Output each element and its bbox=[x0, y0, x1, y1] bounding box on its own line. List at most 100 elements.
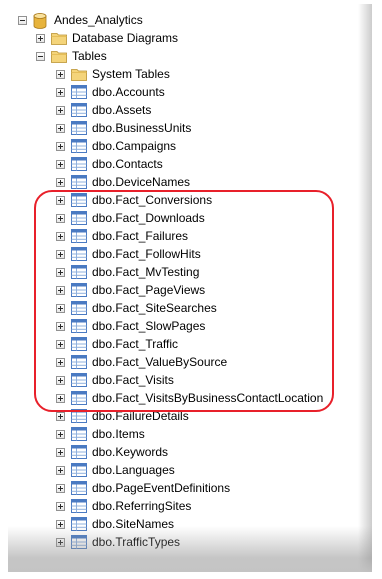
table-name: dbo.Fact_Visits bbox=[92, 373, 174, 387]
expand-icon[interactable] bbox=[56, 195, 65, 205]
expand-icon[interactable] bbox=[56, 267, 65, 277]
table-row[interactable]: dbo.Fact_MvTesting bbox=[56, 263, 199, 281]
table-icon bbox=[71, 463, 87, 477]
expand-icon[interactable] bbox=[56, 141, 65, 151]
table-icon bbox=[71, 175, 87, 189]
table-name: dbo.Fact_VisitsByBusinessContactLocation bbox=[92, 391, 324, 405]
table-row[interactable]: dbo.Contacts bbox=[56, 155, 163, 173]
table-row[interactable]: dbo.Fact_Failures bbox=[56, 227, 188, 245]
table-name: dbo.FailureDetails bbox=[92, 409, 189, 423]
table-row[interactable]: dbo.Fact_Traffic bbox=[56, 335, 178, 353]
table-row[interactable]: dbo.Fact_Conversions bbox=[56, 191, 212, 209]
folder-icon bbox=[51, 49, 67, 63]
expand-icon[interactable] bbox=[56, 483, 65, 493]
expand-icon[interactable] bbox=[56, 375, 65, 385]
table-name: dbo.Items bbox=[92, 427, 145, 441]
expand-icon[interactable] bbox=[56, 357, 65, 367]
table-row[interactable]: dbo.ReferringSites bbox=[56, 497, 191, 515]
table-icon bbox=[71, 265, 87, 279]
table-icon bbox=[71, 409, 87, 423]
expand-icon[interactable] bbox=[56, 231, 65, 241]
table-row[interactable]: dbo.PageEventDefinitions bbox=[56, 479, 230, 497]
table-icon bbox=[71, 319, 87, 333]
table-row[interactable]: dbo.Keywords bbox=[56, 443, 168, 461]
tree-node-database[interactable]: Andes_Analytics bbox=[18, 11, 143, 29]
table-name: dbo.Fact_SiteSearches bbox=[92, 301, 217, 315]
table-icon bbox=[71, 193, 87, 207]
table-icon bbox=[71, 283, 87, 297]
table-icon bbox=[71, 301, 87, 315]
expand-icon[interactable] bbox=[56, 411, 65, 421]
expand-icon[interactable] bbox=[56, 213, 65, 223]
table-icon bbox=[71, 85, 87, 99]
frame-shadow-bottom bbox=[8, 526, 372, 572]
table-icon bbox=[71, 391, 87, 405]
tree-node-tables[interactable]: Tables bbox=[36, 47, 107, 65]
table-name: dbo.Campaigns bbox=[92, 139, 177, 153]
expand-icon[interactable] bbox=[56, 339, 65, 349]
table-row[interactable]: dbo.Fact_Visits bbox=[56, 371, 174, 389]
table-icon bbox=[71, 499, 87, 513]
table-row[interactable]: dbo.Fact_SiteSearches bbox=[56, 299, 217, 317]
database-icon bbox=[33, 13, 49, 29]
table-name: dbo.Accounts bbox=[92, 85, 165, 99]
expand-icon[interactable] bbox=[56, 447, 65, 457]
table-name: dbo.Fact_PageViews bbox=[92, 283, 206, 297]
table-row[interactable]: dbo.Fact_SlowPages bbox=[56, 317, 205, 335]
table-icon bbox=[71, 157, 87, 171]
expand-icon[interactable] bbox=[36, 33, 45, 43]
table-row[interactable]: dbo.Accounts bbox=[56, 83, 165, 101]
table-row[interactable]: dbo.Campaigns bbox=[56, 137, 176, 155]
table-icon bbox=[71, 121, 87, 135]
table-name: dbo.PageEventDefinitions bbox=[92, 481, 231, 495]
table-name: dbo.DeviceNames bbox=[92, 175, 191, 189]
expand-icon[interactable] bbox=[56, 465, 65, 475]
expand-icon[interactable] bbox=[56, 159, 65, 169]
expand-icon[interactable] bbox=[56, 87, 65, 97]
table-name: dbo.Fact_Downloads bbox=[92, 211, 205, 225]
table-name: dbo.Fact_Conversions bbox=[92, 193, 213, 207]
frame-shadow-right bbox=[358, 4, 372, 572]
tree-node-label: Database Diagrams bbox=[72, 31, 179, 45]
table-name: dbo.Fact_ValueBySource bbox=[92, 355, 228, 369]
table-icon bbox=[71, 373, 87, 387]
table-row[interactable]: dbo.Items bbox=[56, 425, 145, 443]
expand-icon[interactable] bbox=[56, 69, 65, 79]
expand-icon[interactable] bbox=[56, 303, 65, 313]
table-row[interactable]: dbo.Fact_FollowHits bbox=[56, 245, 201, 263]
tree-node-database-diagrams[interactable]: Database Diagrams bbox=[36, 29, 178, 47]
expand-icon[interactable] bbox=[56, 285, 65, 295]
table-row[interactable]: dbo.Assets bbox=[56, 101, 151, 119]
expand-icon[interactable] bbox=[56, 249, 65, 259]
expand-icon[interactable] bbox=[56, 321, 65, 331]
expand-icon[interactable] bbox=[56, 105, 65, 115]
table-icon bbox=[71, 247, 87, 261]
table-row[interactable]: dbo.Fact_ValueBySource bbox=[56, 353, 227, 371]
expand-icon[interactable] bbox=[56, 429, 65, 439]
tree-node-label: System Tables bbox=[92, 67, 170, 81]
folder-icon bbox=[71, 67, 87, 81]
collapse-icon[interactable] bbox=[36, 51, 45, 61]
table-row[interactable]: dbo.Fact_Downloads bbox=[56, 209, 205, 227]
tree-node-system-tables[interactable]: System Tables bbox=[56, 65, 170, 83]
table-name: dbo.Assets bbox=[92, 103, 152, 117]
table-row[interactable]: dbo.FailureDetails bbox=[56, 407, 189, 425]
table-row[interactable]: dbo.Fact_PageViews bbox=[56, 281, 205, 299]
expand-icon[interactable] bbox=[56, 501, 65, 511]
table-icon bbox=[71, 103, 87, 117]
table-name: dbo.Fact_FollowHits bbox=[92, 247, 201, 261]
table-row[interactable]: dbo.Languages bbox=[56, 461, 175, 479]
expand-icon[interactable] bbox=[56, 393, 65, 403]
expand-icon[interactable] bbox=[56, 177, 65, 187]
table-icon bbox=[71, 427, 87, 441]
table-name: dbo.Fact_MvTesting bbox=[92, 265, 200, 279]
table-name: dbo.BusinessUnits bbox=[92, 121, 192, 135]
tree-node-label: Tables bbox=[72, 49, 107, 63]
table-row[interactable]: dbo.DeviceNames bbox=[56, 173, 190, 191]
object-explorer-screenshot: Andes_Analytics Database Diagrams Tables… bbox=[8, 4, 372, 572]
table-row[interactable]: dbo.Fact_VisitsByBusinessContactLocation bbox=[56, 389, 323, 407]
table-icon bbox=[71, 337, 87, 351]
table-row[interactable]: dbo.BusinessUnits bbox=[56, 119, 191, 137]
collapse-icon[interactable] bbox=[18, 15, 27, 25]
expand-icon[interactable] bbox=[56, 123, 65, 133]
